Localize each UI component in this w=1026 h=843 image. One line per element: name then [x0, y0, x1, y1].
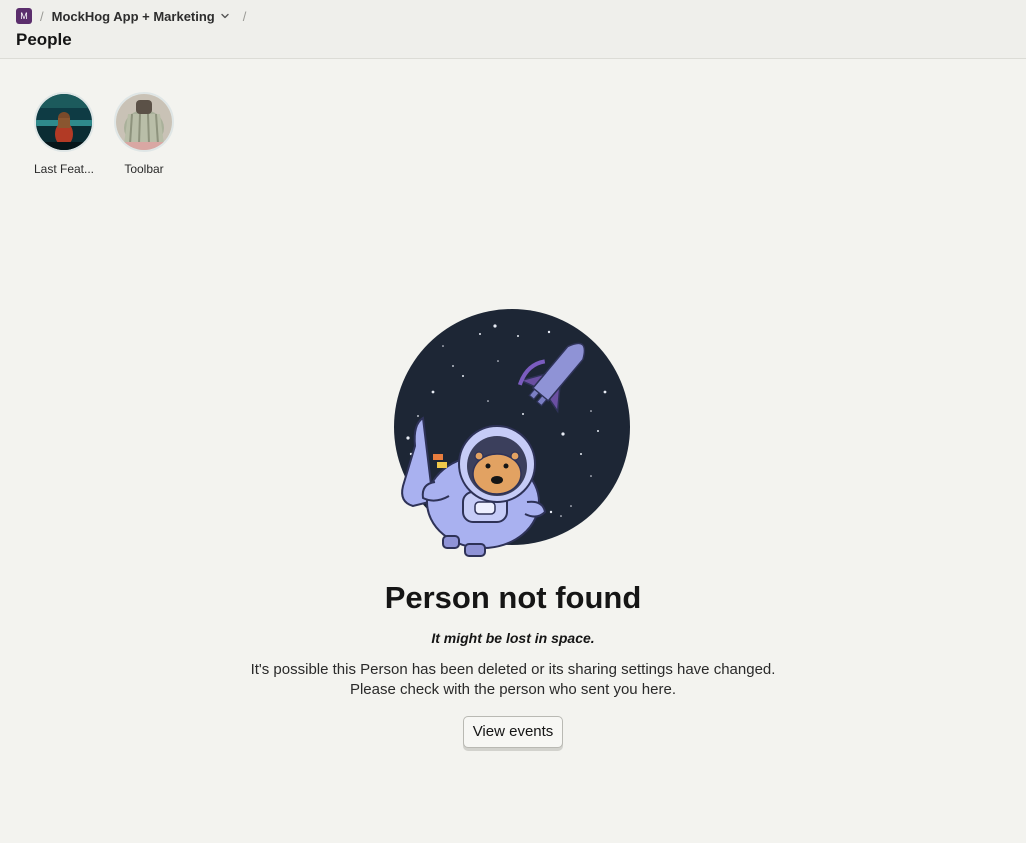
error-title: Person not found: [384, 580, 642, 615]
error-subtitle: It might be lost in space.: [431, 630, 595, 646]
breadcrumb-separator: /: [242, 8, 247, 24]
shortcut-toolbar[interactable]: Toolbar: [108, 92, 180, 176]
top-bar: M / MockHog App + Marketing / People: [0, 0, 1026, 59]
page-title: People: [16, 30, 72, 49]
shortcut-last-feature[interactable]: Last Feat...: [28, 92, 100, 176]
shortcut-label: Toolbar: [124, 162, 164, 176]
error-description-line: It's possible this Person has been delet…: [250, 661, 776, 678]
shortcut-label: Last Feat...: [33, 162, 95, 176]
error-description: It's possible this Person has been delet…: [251, 660, 776, 700]
project-badge[interactable]: M: [16, 8, 32, 24]
project-switcher-label[interactable]: MockHog App + Marketing: [52, 9, 215, 24]
breadcrumb-separator: /: [40, 8, 44, 24]
astronaut-hedgehog-illustration-icon: [393, 306, 633, 562]
avatar-lake-person-icon[interactable]: [34, 92, 94, 152]
not-found-panel: Person not found It might be lost in spa…: [0, 306, 1026, 748]
breadcrumb: M / MockHog App + Marketing /: [16, 7, 254, 25]
avatar-blanket-icon[interactable]: [114, 92, 174, 152]
error-description-line: Please check with the person who sent yo…: [349, 681, 676, 698]
pinned-shortcuts: Last Feat... Toolbar: [28, 92, 188, 176]
view-events-button[interactable]: View events: [462, 716, 564, 748]
chevron-down-icon[interactable]: [219, 10, 231, 22]
